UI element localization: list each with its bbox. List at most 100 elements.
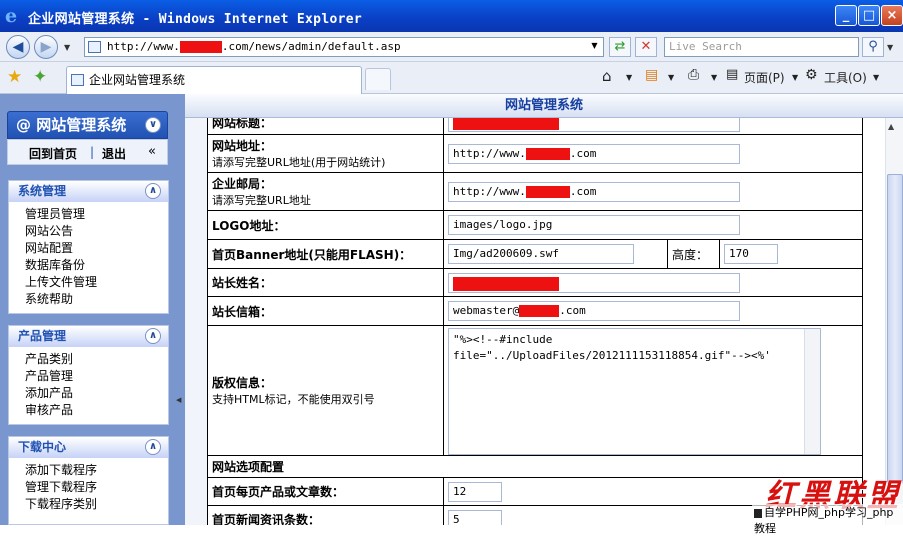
tools-menu-dropdown-icon[interactable]: ▼ [873,73,879,82]
page-menu-dropdown-icon[interactable]: ▼ [792,73,798,82]
tab-page-icon [71,74,84,86]
at-icon: @ [16,116,37,134]
owner-name-input[interactable] [448,272,740,293]
logo-url-input[interactable]: images/logo.jpg [448,215,740,235]
copyright-textarea[interactable]: "%><!--#include file="../UploadFiles/2012… [448,328,821,455]
redaction [453,118,559,130]
forward-icon[interactable]: ▶ [34,35,58,59]
home-logout-bar: 回到首页 | 退出 « [7,139,168,165]
back-icon[interactable]: ◀ [6,35,30,59]
scroll-up-icon[interactable]: ▲ [888,122,894,131]
panel-collapse-icon[interactable]: ∧ [145,183,161,199]
site-title-input[interactable] [448,118,740,132]
home-link[interactable]: 回到首页 [29,145,77,162]
sidebar-item-download-category[interactable]: 下载程序类别 [9,496,168,513]
sidebar-item-upload-files[interactable]: 上传文件管理 [9,274,168,291]
banner-url-input[interactable]: Img/ad200609.swf [448,244,634,264]
panel-system-management: 系统管理 ∧ 管理员管理 网站公告 网站配置 数据库备份 上传文件管理 系统帮助 [8,180,169,314]
sidebar: @ 网站管理系统 ∨ 回到首页 | 退出 « 系统管理 ∧ 管理员管理 网站公告 … [0,94,185,525]
sidebar-item-add-product[interactable]: 添加产品 [9,385,168,402]
sidebar-item-product-category[interactable]: 产品类别 [9,351,168,368]
news-count-input[interactable]: 5 [448,509,502,525]
print-dropdown-icon[interactable]: ▼ [711,73,717,82]
redaction [179,41,222,53]
favorites-star-icon[interactable]: ★ [7,67,22,87]
close-button[interactable]: × [881,5,903,26]
stop-icon[interactable]: ✕ [635,37,657,57]
tools-menu[interactable]: 工具(O) [824,69,867,86]
sidebar-item-site-config[interactable]: 网站配置 [9,240,168,257]
form-row: 站长信箱： webmaster@ .com [207,296,863,326]
copyright-hint: 支持HTML标记，不能使用双引号 [212,393,375,406]
new-tab-button[interactable] [365,68,391,90]
logout-link[interactable]: 退出 [102,145,126,162]
owner-email-input[interactable]: webmaster@ .com [448,301,740,321]
search-icon[interactable]: ⚲ [862,37,884,57]
address-input[interactable]: http://www. .com/news/admin/default.asp [84,37,604,57]
ie-logo-icon: e [5,5,18,27]
redaction [525,185,570,198]
scrollbar-thumb[interactable] [887,174,903,484]
sidebar-item-product-management[interactable]: 产品管理 [9,368,168,385]
window-title: 企业网站管理系统 - Windows Internet Explorer [28,12,362,27]
search-input[interactable]: Live Search [664,37,859,57]
window-title-bar: e 企业网站管理系统 - Windows Internet Explorer _… [0,0,903,32]
collapse-sidebar-icon[interactable]: « [148,144,156,159]
site-url-label: 网站地址： [212,139,273,153]
main-content: 网站标题： 网站地址： 请添写完整URL地址(用于网站统计) http://www… [185,118,885,525]
panel-header[interactable]: 系统管理 ∧ [9,181,168,202]
panel-collapse-icon[interactable]: ∧ [145,328,161,344]
corp-mail-input[interactable]: http://www. .com [448,181,740,202]
redaction [453,276,559,291]
site-title-label: 网站标题： [212,118,273,130]
site-config-form: 网站标题： 网站地址： 请添写完整URL地址(用于网站统计) http://www… [207,118,863,525]
feeds-dropdown-icon[interactable]: ▼ [668,73,674,82]
sidebar-item-manage-download[interactable]: 管理下载程序 [9,479,168,496]
collapse-menu-icon[interactable]: ∨ [145,117,161,133]
minimize-button[interactable]: _ [835,5,857,26]
copyright-label: 版权信息： [212,376,273,390]
page-scrollbar[interactable]: ▲ [885,118,903,525]
watermark-caption: 自学PHP网_php学习_php教程 [752,504,903,536]
add-favorite-icon[interactable]: ✦ [33,67,47,87]
panel-header[interactable]: 下载中心 ∧ [9,437,168,458]
panel-header[interactable]: 产品管理 ∧ [9,326,168,347]
form-row: 首页Banner地址(只能用FLASH)： Img/ad200609.swf 高… [207,239,863,269]
search-options-icon[interactable]: ▼ [887,43,893,52]
textarea-scrollbar[interactable] [804,329,820,454]
tab-current[interactable]: 企业网站管理系统 [66,66,362,94]
sidebar-item-db-backup[interactable]: 数据库备份 [9,257,168,274]
sidebar-item-add-download[interactable]: 添加下载程序 [9,462,168,479]
panel-download-center: 下载中心 ∧ 添加下载程序 管理下载程序 下载程序类别 [8,436,169,525]
sidebar-title: 网站管理系统 [36,116,127,134]
banner-url-label: 首页Banner地址(只能用FLASH)： [212,247,412,262]
refresh-icon[interactable]: ⇄ [609,37,631,57]
site-url-input[interactable]: http://www. .com [448,143,740,164]
products-per-page-label: 首页每页产品或文章数： [212,485,345,499]
sidebar-logo: @ 网站管理系统 ∨ [7,111,168,139]
form-row: 企业邮局： 请添写完整URL地址 http://www. .com [207,172,863,211]
sidebar-item-site-announcement[interactable]: 网站公告 [9,223,168,240]
home-icon[interactable]: ⌂ [602,67,612,85]
owner-name-label: 站长姓名： [212,276,273,290]
height-label: 高度： [667,239,720,269]
gear-icon: ⚙ [805,67,818,83]
redaction [519,305,560,317]
sidebar-item-review-product[interactable]: 审核产品 [9,402,168,419]
address-dropdown-icon[interactable]: ▼ [586,37,603,57]
sidebar-item-system-help[interactable]: 系统帮助 [9,291,168,308]
sidebar-item-admin-management[interactable]: 管理员管理 [9,206,168,223]
maximize-button[interactable]: □ [858,5,880,26]
home-dropdown-icon[interactable]: ▼ [626,73,632,82]
link-separator: | [90,145,95,159]
panel-collapse-icon[interactable]: ∧ [145,439,161,455]
form-row: 站长姓名： [207,268,863,297]
owner-email-label: 站长信箱： [212,304,273,319]
sidebar-toggle-icon[interactable]: ◀ [176,396,181,404]
feeds-icon[interactable]: ▤ [645,67,658,83]
print-icon[interactable]: ⎙ [688,67,699,83]
history-dropdown-icon[interactable]: ▼ [64,43,70,52]
products-per-page-input[interactable]: 12 [448,481,502,502]
banner-height-input[interactable]: 170 [724,244,778,264]
page-menu[interactable]: 页面(P) [744,69,785,86]
